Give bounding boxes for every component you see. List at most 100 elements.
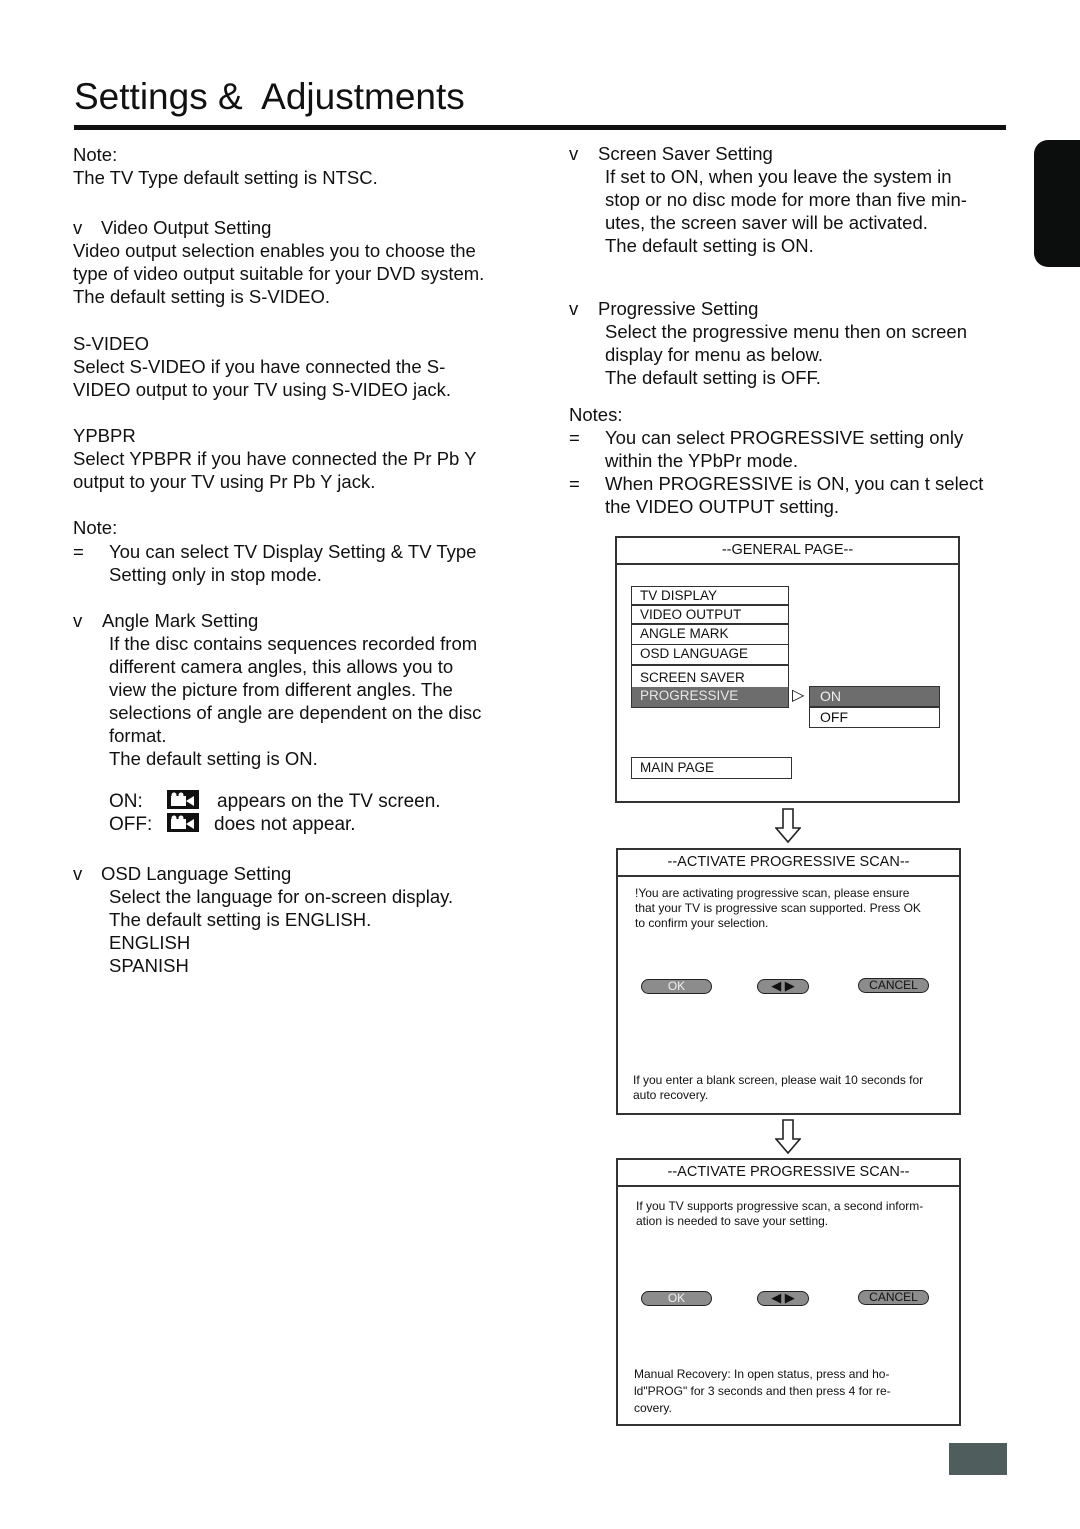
osd-activate-progressive-2: --ACTIVATE PROGRESSIVE SCAN-- If you TV … [616,1158,961,1426]
menu-item-screen-saver[interactable]: SCREEN SAVER [631,665,789,688]
screen-saver-heading: v Screen Saver Setting [569,142,1006,165]
bullet-equals: = [569,473,580,494]
osd-general-page: --GENERAL PAGE-- TV DISPLAY VIDEO OUTPUT… [615,536,960,803]
ok-button[interactable]: OK [641,1291,712,1306]
video-output-line: Video output selection enables you to ch… [73,240,476,261]
video-output-heading: v Video Output Setting [73,216,511,239]
angle-mark-line: The default setting is ON. [109,748,318,769]
svideo-line: Select S-VIDEO if you have connected the… [73,356,446,377]
ypbpr-line: output to your TV using Pr Pb Y jack. [73,471,376,492]
svideo-line: VIDEO output to your TV using S-VIDEO ja… [73,379,452,400]
osd-footer-line: Manual Recovery: In open status, press a… [634,1367,890,1381]
notes-label: Notes: [569,404,623,425]
osd-language-option: SPANISH [109,955,189,976]
menu-item-video-output[interactable]: VIDEO OUTPUT [631,605,789,624]
osd-header: --ACTIVATE PROGRESSIVE SCAN-- [618,1160,959,1187]
bullet-v: v [73,863,83,884]
nav-arrows-button[interactable]: ◀ ▶ [757,1291,809,1306]
osd-message-line: !You are activating progressive scan, pl… [635,886,910,900]
ok-button[interactable]: OK [641,979,712,994]
osd-header: --ACTIVATE PROGRESSIVE SCAN-- [618,850,959,877]
osd-message-line: that your TV is progressive scan support… [635,901,921,915]
heading-text: Screen Saver Setting [598,143,773,164]
osd-language-line: Select the language for on-screen displa… [109,886,454,907]
notes-line: the VIDEO OUTPUT setting. [605,496,840,517]
arrow-down-icon [775,1119,801,1155]
menu-item-angle-mark[interactable]: ANGLE MARK [631,624,789,645]
angle-mark-line: format. [109,725,167,746]
section-tab [1034,140,1080,267]
ypbpr-line: Select YPBPR if you have connected the P… [73,448,477,469]
video-output-line: type of video output suitable for your D… [73,263,485,284]
angle-on-row: ON: appears on the TV screen. [109,790,441,813]
menu-item-tv-display[interactable]: TV DISPLAY [631,586,789,605]
angle-mark-line: If the disc contains sequences recorded … [109,633,478,654]
heading-text: Angle Mark Setting [102,610,259,631]
menu-item-progressive[interactable]: PROGRESSIVE [631,687,789,708]
camera-icon [167,813,199,832]
option-on[interactable]: ON [809,686,940,707]
angle-off-row: OFF: does not appear. [109,813,356,836]
title-rule [74,125,1006,130]
note2-line: You can select TV Display Setting & TV T… [109,541,477,562]
osd-header: --GENERAL PAGE-- [617,538,958,565]
ypbpr-heading: YPBPR [73,425,136,446]
bullet-v: v [73,610,83,631]
heading-text: OSD Language Setting [101,863,292,884]
bullet-equals: = [73,541,84,562]
notes-line: within the YPbPr mode. [605,450,798,471]
bullet-v: v [73,217,83,238]
note2-line: Setting only in stop mode. [109,564,322,585]
svideo-heading: S-VIDEO [73,333,150,354]
osd-footer-line: If you enter a blank screen, please wait… [633,1073,924,1087]
angle-mark-line: view the picture from different angles. … [109,679,453,700]
osd-activate-progressive-1: --ACTIVATE PROGRESSIVE SCAN-- !You are a… [616,848,961,1115]
on-label: ON: [109,791,143,812]
on-text: appears on the TV screen. [217,791,441,812]
osd-message-line: If you TV supports progressive scan, a s… [636,1199,924,1213]
progressive-heading: v Progressive Setting [569,297,1006,320]
cancel-button[interactable]: CANCEL [858,1290,929,1305]
osd-language-line: The default setting is ENGLISH. [109,909,372,930]
note-text: The TV Type default setting is NTSC. [73,167,378,188]
screen-saver-line: The default setting is ON. [605,235,814,256]
progressive-line: display for menu as below. [605,344,824,365]
osd-language-heading: v OSD Language Setting [73,862,511,885]
angle-mark-heading: v Angle Mark Setting [73,609,511,632]
option-off[interactable]: OFF [809,707,940,728]
video-output-line: The default setting is S-VIDEO. [73,286,331,307]
bullet-equals: = [569,427,580,448]
note2-label: Note: [73,517,118,538]
main-page-button[interactable]: MAIN PAGE [631,757,792,779]
heading-text: Progressive Setting [598,298,759,319]
notes-line: You can select PROGRESSIVE setting only [605,427,964,448]
progressive-line: Select the progressive menu then on scre… [605,321,967,342]
off-text: does not appear. [214,814,356,835]
screen-saver-line: If set to ON, when you leave the system … [605,166,952,187]
screen-saver-line: stop or no disc mode for more than five … [605,189,967,210]
nav-arrows-button[interactable]: ◀ ▶ [757,979,809,994]
arrow-down-icon [775,808,801,844]
note-label: Note: [73,144,118,165]
bullet-v: v [569,143,579,164]
progressive-line: The default setting is OFF. [605,367,821,388]
osd-footer-line: ld"PROG" for 3 seconds and then press 4 … [634,1384,891,1398]
bullet-v: v [569,298,579,319]
menu-item-osd-language[interactable]: OSD LANGUAGE [631,644,789,665]
off-label: OFF: [109,814,153,835]
heading-text: Video Output Setting [101,217,272,238]
osd-message-line: ation is needed to save your setting. [636,1214,829,1228]
osd-message-line: to confirm your selection. [635,916,769,930]
page-number-box [949,1443,1007,1475]
pointer-icon: ▷ [792,687,805,704]
cancel-button[interactable]: CANCEL [858,978,929,993]
page-title: Settings & Adjustments [74,76,465,117]
angle-mark-line: selections of angle are dependent on the… [109,702,482,723]
screen-saver-line: utes, the screen saver will be activated… [605,212,928,233]
osd-footer-line: covery. [634,1401,672,1415]
angle-mark-line: different camera angles, this allows you… [109,656,454,677]
camera-icon [167,790,199,809]
osd-footer-line: auto recovery. [633,1088,709,1102]
osd-language-option: ENGLISH [109,932,191,953]
notes-line: When PROGRESSIVE is ON, you can t select [605,473,984,494]
